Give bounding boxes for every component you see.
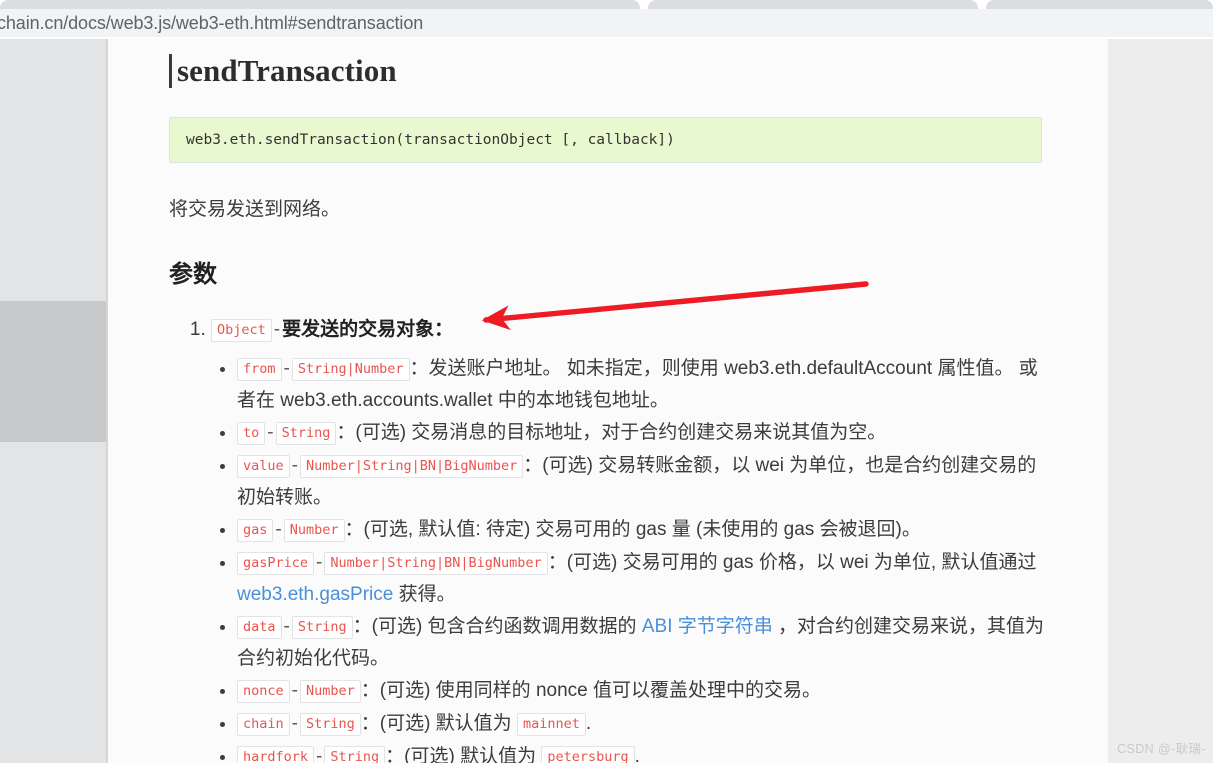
field-name-chip: hardfork [237,746,315,763]
field-default-value-chip: mainnet [516,713,586,736]
field-text-tail: . [585,713,592,734]
field-row-nonce: nonce-Number：(可选) 使用同样的 nonce 值可以覆盖处理中的交… [237,675,1049,707]
field-dash: - [275,519,282,540]
field-type-chip: Number|String|BN|BigNumber [324,552,548,575]
field-row-chain: chain-String：(可选) 默认值为 mainnet. [237,708,1049,740]
signature-code-block: web3.eth.sendTransaction(transactionObje… [169,117,1042,163]
field-default-value-chip: petersburg [541,746,635,763]
field-type-chip: Number [299,680,361,703]
field-type-chip: String|Number [291,358,410,381]
field-type-chip: String [299,713,361,736]
page-viewport: sendTransaction web3.eth.sendTransaction… [0,39,1213,763]
field-name-chip: chain [237,713,290,736]
field-text: ：(可选, 默认值: 待定) 交易可用的 gas 量 (未使用的 gas 会被退… [344,519,921,540]
field-dash: - [283,616,290,637]
csdn-watermark: CSDN @-耿瑞- [1117,742,1206,756]
field-row-to: to-String：(可选) 交易消息的目标地址，对于合约创建交易来说其值为空。 [237,417,1049,449]
field-text: ：(可选) 包含合约函数调用数据的 [352,616,642,637]
field-dash: - [267,422,274,443]
right-page-gutter [1108,39,1213,763]
address-bar[interactable]: chain.cn/docs/web3.js/web3-eth.html#send… [0,9,1213,37]
field-row-value: value-Number|String|BN|BigNumber：(可选) 交易… [237,450,1049,513]
field-row-gasprice: gasPrice-Number|String|BN|BigNumber：(可选)… [237,547,1049,610]
param-type-chip: Object [211,319,272,342]
browser-window: chain.cn/docs/web3.js/web3-eth.html#send… [0,0,1213,763]
field-text: ：(可选) 交易消息的目标地址，对于合约创建交易来说其值为空。 [336,422,887,443]
field-dash: - [291,713,298,734]
field-text: ：(可选) 使用同样的 nonce 值可以覆盖处理中的交易。 [360,680,822,701]
field-text: ：(可选) 默认值为 [385,746,542,763]
field-dash: - [291,680,298,701]
field-type-chip: Number|String|BN|BigNumber [299,455,524,478]
field-dash: - [291,455,298,476]
field-name-chip: value [237,455,290,478]
param-description: 要发送的交易对象： [282,319,454,340]
param-dash: - [273,319,281,340]
params-list-item: Object-要发送的交易对象： from-String|Number：发送账户… [211,315,1049,763]
field-dash: - [283,358,290,379]
url-text: chain.cn/docs/web3.js/web3-eth.html#send… [0,12,424,33]
abi-bytestring-link[interactable]: ABI 字节字符串 [642,616,773,637]
field-name-chip: to [237,422,266,445]
title-accent-bar [169,54,172,88]
field-row-gas: gas-Number：(可选, 默认值: 待定) 交易可用的 gas 量 (未使… [237,514,1049,546]
signature-code-text: web3.eth.sendTransaction(transactionObje… [186,132,675,148]
field-dash: - [316,552,323,573]
tab-strip [0,0,1213,9]
browser-tab-3[interactable] [986,0,1213,9]
scrollbar-thumb[interactable] [0,301,106,442]
field-text-tail: . [634,746,640,763]
field-name-chip: gas [237,519,274,542]
gasprice-link[interactable]: web3.eth.gasPrice [237,584,393,605]
field-row-from: from-String|Number：发送账户地址。 如未指定，则使用 web3… [237,353,1049,416]
field-row-data: data-String：(可选) 包含合约函数调用数据的 ABI 字节字符串 ，… [237,611,1049,674]
field-type-chip: String [275,422,337,445]
field-name-chip: nonce [237,680,290,703]
field-name-chip: gasPrice [237,552,315,575]
field-type-chip: String [324,746,386,763]
page-title: sendTransaction [177,53,397,88]
field-name-chip: from [237,358,282,381]
field-text: ：(可选) 交易可用的 gas 价格，以 wei 为单位, 默认值通过 [547,552,1037,573]
params-heading: 参数 [169,261,217,288]
field-type-chip: Number [283,519,345,542]
field-text: ：(可选) 默认值为 [360,713,517,734]
browser-tab-2[interactable] [648,0,978,9]
field-text-tail: 获得。 [393,584,456,605]
params-ordered-list: Object-要发送的交易对象： from-String|Number：发送账户… [169,315,1049,763]
field-dash: - [316,746,323,763]
article-column: sendTransaction web3.eth.sendTransaction… [108,39,1108,763]
page-title-wrap: sendTransaction [169,51,1049,91]
field-name-chip: data [237,616,282,639]
browser-tab-1[interactable] [0,0,640,9]
field-type-chip: String [291,616,353,639]
left-sidebar-scroll-track[interactable] [0,39,106,763]
field-row-hardfork: hardfork-String：(可选) 默认值为 petersburg. [237,741,1049,763]
article-content: sendTransaction web3.eth.sendTransaction… [169,39,1049,763]
intro-paragraph: 将交易发送到网络。 [169,199,341,220]
fields-list: from-String|Number：发送账户地址。 如未指定，则使用 web3… [211,353,1049,763]
